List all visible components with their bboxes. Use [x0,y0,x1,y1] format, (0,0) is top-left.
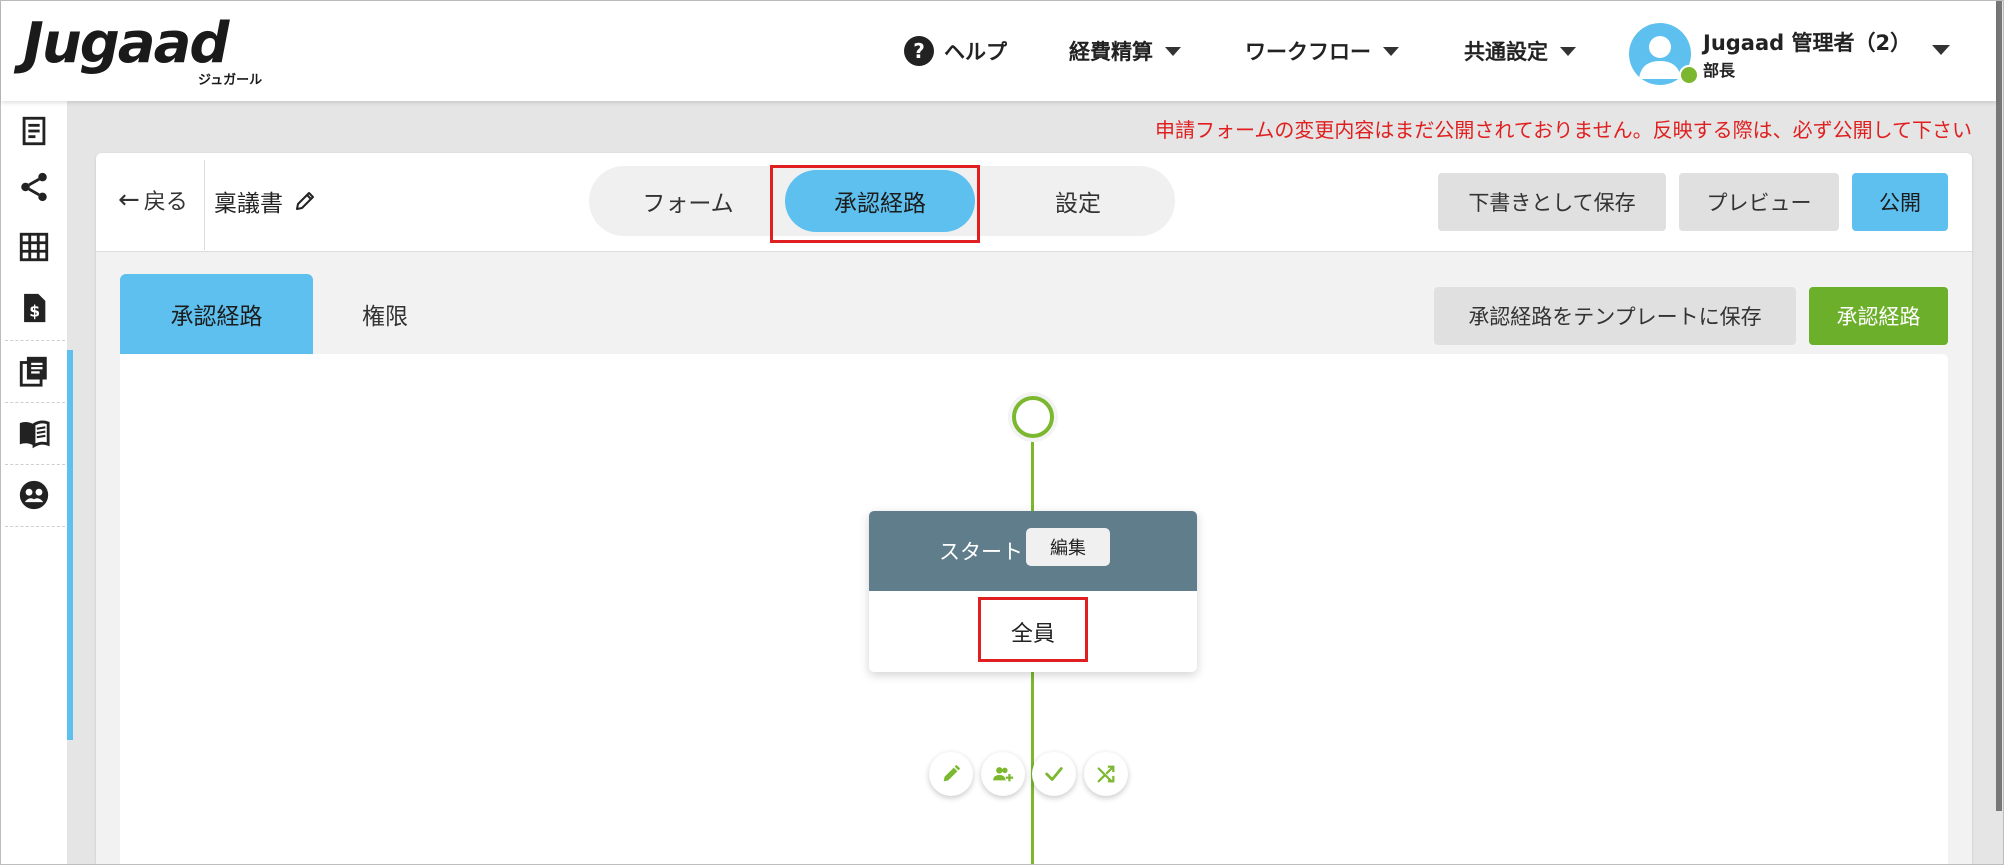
sidebar-item-receipt[interactable] [1,101,67,161]
page-scrollbar[interactable] [1996,1,2002,811]
document-title[interactable]: 稟議書 [214,184,317,218]
preview-button[interactable]: プレビュー [1679,173,1839,231]
highlight-box-applicant [978,597,1088,662]
sidebar-divider [5,526,65,527]
user-menu-caret-icon[interactable] [1932,45,1950,55]
add-approval-step-button[interactable] [1032,752,1076,796]
documents-stack-icon [19,356,47,387]
add-approver-button[interactable] [981,752,1025,796]
invoice-dollar-icon: $ [24,293,46,323]
user-name[interactable]: Jugaad 管理者（2） [1703,27,1911,57]
add-edit-step-button[interactable] [929,752,973,796]
svg-text:$: $ [29,303,40,321]
logo-text: Jugaad [23,11,229,76]
sidebar-item-invoice[interactable]: $ [1,278,67,338]
sidebar-scroll-indicator [67,350,73,740]
unpublished-notice: 申請フォームの変更内容はまだ公開されておりません。反映する際は、必ず公開して下さ… [1155,118,1972,142]
sidebar-item-manual[interactable] [1,403,67,463]
topbar-divider [204,160,205,250]
user-role: 部長 [1703,61,1736,80]
grid-icon [19,232,49,262]
receipt-icon [22,116,46,146]
flow-connector [1031,434,1034,512]
shuffle-icon [1097,765,1115,783]
publish-button[interactable]: 公開 [1852,173,1948,231]
nav-help[interactable]: ? ヘルプ [904,33,1007,69]
sidebar-item-users[interactable] [1,465,67,525]
sidebar-item-share[interactable] [1,157,67,217]
sidebar-item-documents[interactable] [1,341,67,401]
nav-menu-expense[interactable]: 経費精算 [1069,33,1181,69]
online-status-dot [1679,65,1699,85]
add-users-icon [992,767,1014,782]
flow-node-title: スタート [939,540,1023,564]
share-icon [21,172,47,202]
nav-menu-common-settings-label: 共通設定 [1464,40,1548,64]
nav-menu-common-settings[interactable]: 共通設定 [1464,33,1576,69]
sidebar: $ [1,101,73,864]
nav-menu-workflow-label: ワークフロー [1245,40,1371,64]
nav-menu-expense-label: 経費精算 [1069,40,1153,64]
book-open-icon [19,420,50,449]
document-title-text: 稟議書 [214,191,283,217]
pencil-icon[interactable] [293,189,317,213]
save-route-template-button[interactable]: 承認経路をテンプレートに保存 [1434,287,1796,345]
caret-down-icon [1383,46,1399,56]
approval-route-button[interactable]: 承認経路 [1809,287,1948,345]
help-icon: ? [904,36,934,66]
tab-form[interactable]: フォーム [600,170,776,232]
arrow-left-icon: ← [118,185,140,215]
users-circle-icon [19,480,49,510]
flow-node-header: スタート 編集 [869,511,1197,591]
highlight-box-approval-tab [770,165,980,243]
add-branch-button[interactable] [1084,752,1128,796]
app-header: Jugaad ジュガール ? ヘルプ 経費精算 ワークフロー 共通設定 Juga… [1,1,1996,101]
caret-down-icon [1560,46,1576,56]
back-button[interactable]: ← 戻る [118,184,188,216]
checkmark-icon [1045,767,1063,781]
logo-subtitle: ジュガール [198,73,263,88]
caret-down-icon [1165,46,1181,56]
nav-menu-workflow[interactable]: ワークフロー [1245,33,1399,69]
subtab-permissions[interactable]: 権限 [320,274,450,354]
back-button-label: 戻る [143,190,188,215]
nav-help-label: ヘルプ [944,40,1007,64]
flow-node-edit-button[interactable]: 編集 [1026,528,1110,566]
pencil-icon [943,764,961,782]
app-logo[interactable]: Jugaad ジュガール [23,11,263,91]
sidebar-item-grid[interactable] [1,217,67,277]
save-draft-button[interactable]: 下書きとして保存 [1438,173,1666,231]
flow-start-point [1012,396,1054,438]
tab-settings[interactable]: 設定 [990,170,1166,232]
subtab-approval-route[interactable]: 承認経路 [120,274,313,354]
